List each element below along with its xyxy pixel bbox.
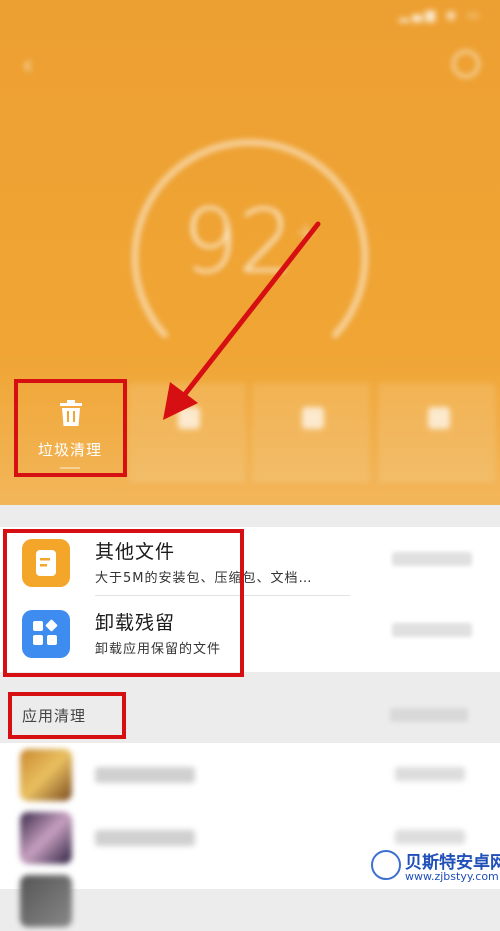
watermark-url: www.zjbstyy.com <box>405 870 499 883</box>
annotation-arrow <box>163 221 321 420</box>
watermark-logo-icon <box>371 850 401 880</box>
watermark: 贝斯特安卓网 www.zjbstyy.com <box>365 846 500 889</box>
